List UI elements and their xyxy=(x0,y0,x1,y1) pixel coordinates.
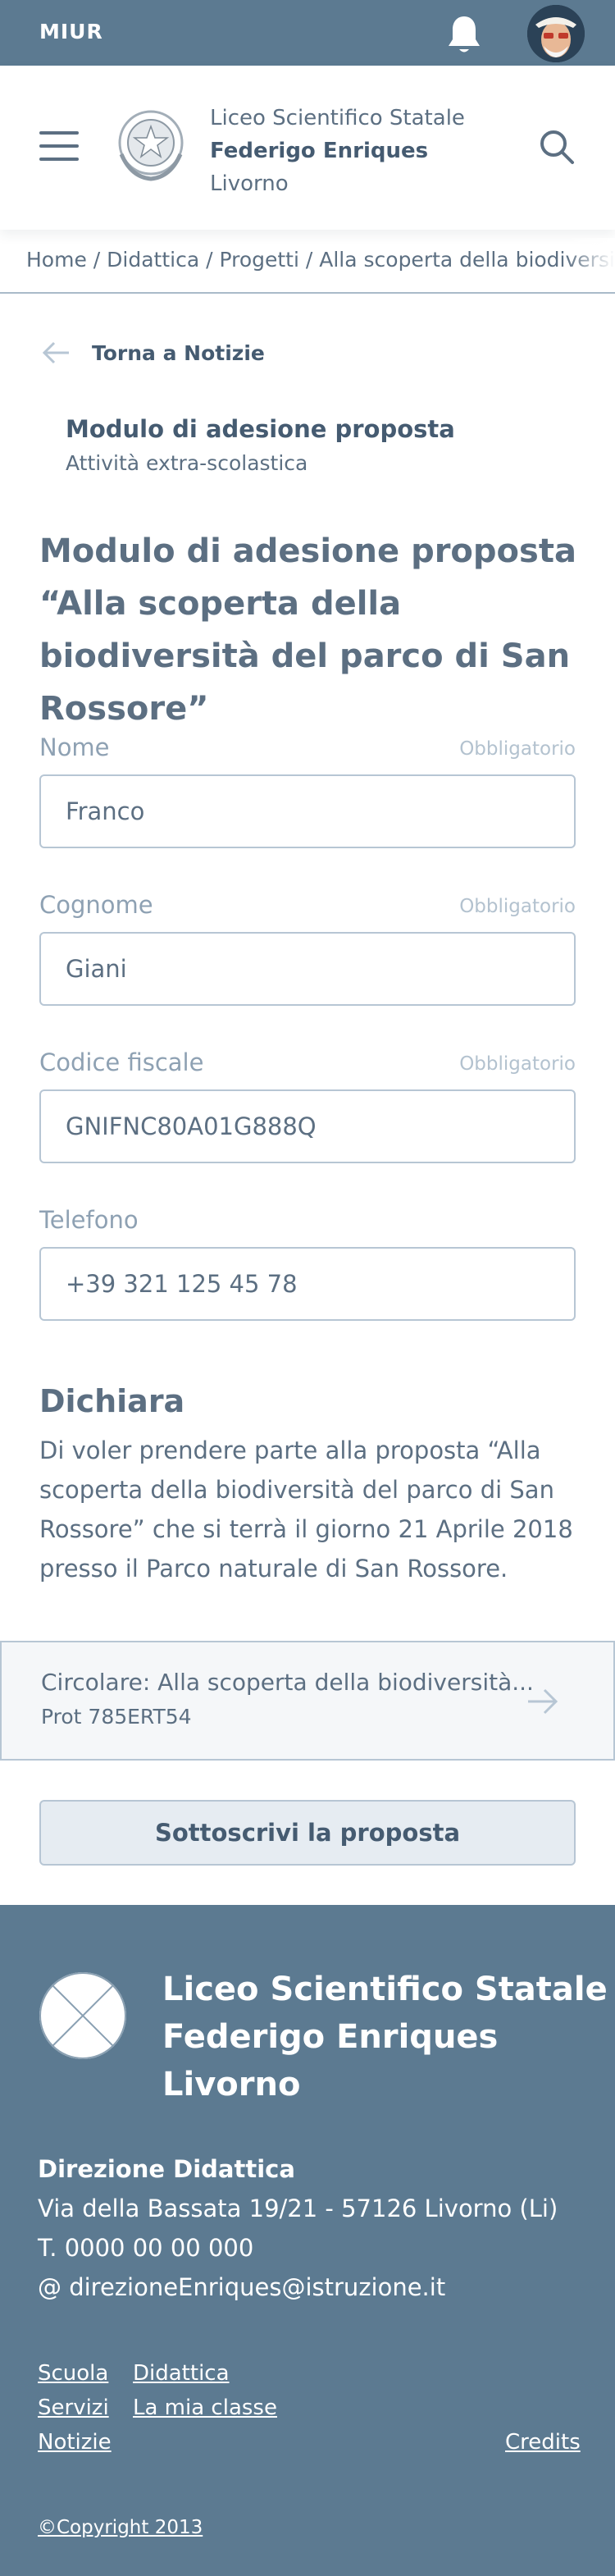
user-avatar[interactable] xyxy=(527,5,585,62)
school-name[interactable]: Liceo Scientifico Statale Federigo Enriq… xyxy=(210,102,465,200)
form-type: Modulo di adesione proposta Attività ext… xyxy=(66,415,455,475)
brand-label[interactable]: MIUR xyxy=(39,20,103,43)
breadcrumb: Home / Didattica / Progetti / Alla scope… xyxy=(0,238,615,294)
breadcrumb-fade xyxy=(566,238,615,292)
search-icon[interactable] xyxy=(538,128,576,166)
footer-phone: T. 0000 00 00 000 xyxy=(38,2234,254,2262)
nome-input[interactable]: Franco xyxy=(39,774,576,848)
page-title: Modulo di adesione proposta “Alla scoper… xyxy=(39,532,576,728)
footer-link-credits[interactable]: Credits xyxy=(505,2430,581,2455)
footer-email[interactable]: @ direzioneEnriques@istruzione.it xyxy=(38,2268,558,2307)
form-type-subtitle: Attività extra-scolastica xyxy=(66,451,308,475)
telefono-input[interactable]: +39 321 125 45 78 xyxy=(39,1247,576,1321)
circolare-title: Circolare: Alla scoperta della biodivers… xyxy=(41,1669,534,1696)
required-hint: Obbligatorio xyxy=(459,738,576,760)
declaration-text: Di voler prendere parte alla proposta “A… xyxy=(39,1436,573,1583)
footer-link-didattica[interactable]: Didattica xyxy=(133,2361,230,2386)
back-link[interactable]: Torna a Notizie xyxy=(39,333,265,372)
site-footer: Liceo Scientifico Statale Federigo Enriq… xyxy=(0,1905,615,2576)
footer-name-line1: Liceo Scientifico Statale xyxy=(162,1971,608,2008)
required-hint: Obbligatorio xyxy=(459,1053,576,1075)
logo-placeholder xyxy=(39,1972,126,2059)
footer-name-line3: Livorno xyxy=(162,2066,301,2103)
footer-link-notizie[interactable]: Notizie xyxy=(38,2430,112,2455)
site-header: Liceo Scientifico Statale Federigo Enriq… xyxy=(0,66,615,230)
hamburger-menu-icon[interactable] xyxy=(39,131,79,164)
field-telefono: Telefono +39 321 125 45 78 xyxy=(39,1206,576,1321)
footer-dept: Direzione Didattica xyxy=(38,2155,295,2183)
field-label: Telefono xyxy=(39,1206,139,1234)
required-hint: Obbligatorio xyxy=(459,896,576,917)
circolare-prot: Prot 785ERT54 xyxy=(41,1705,192,1729)
declaration: Dichiara Di voler prendere parte alla pr… xyxy=(39,1383,581,1588)
field-nome: Nome Obbligatorio Franco xyxy=(39,733,576,848)
footer-address: Via della Bassata 19/21 - 57126 Livorno … xyxy=(38,2195,558,2222)
breadcrumb-trail[interactable]: Home / Didattica / Progetti / Alla scope… xyxy=(26,248,615,272)
italian-republic-emblem xyxy=(118,110,184,181)
declaration-heading: Dichiara xyxy=(39,1383,185,1419)
footer-copyright[interactable]: ©Copyright 2013 xyxy=(38,2517,203,2538)
footer-link-la-mia-classe[interactable]: La mia classe xyxy=(133,2396,277,2420)
circolare-card[interactable]: Circolare: Alla scoperta della biodivers… xyxy=(0,1641,615,1761)
form-type-title: Modulo di adesione proposta xyxy=(66,415,455,443)
footer-contacts: Direzione Didattica Via della Bassata 19… xyxy=(38,2149,558,2307)
footer-school-name: Liceo Scientifico Statale Federigo Enriq… xyxy=(162,1966,608,2108)
arrow-right-icon xyxy=(528,1688,558,1715)
field-cognome: Cognome Obbligatorio Giani xyxy=(39,891,576,1006)
school-name-line3: Livorno xyxy=(210,171,289,196)
arrow-left-icon xyxy=(42,341,69,364)
footer-link-scuola[interactable]: Scuola xyxy=(38,2361,108,2386)
cognome-input[interactable]: Giani xyxy=(39,932,576,1006)
bell-icon[interactable] xyxy=(444,13,484,56)
footer-name-line2: Federigo Enriques xyxy=(162,2018,499,2056)
back-link-label: Torna a Notizie xyxy=(92,340,265,365)
submit-button[interactable]: Sottoscrivi la proposta xyxy=(39,1800,576,1866)
school-name-line1: Liceo Scientifico Statale xyxy=(210,106,465,130)
field-codice-fiscale: Codice fiscale Obbligatorio GNIFNC80A01G… xyxy=(39,1048,576,1163)
top-bar: MIUR xyxy=(0,0,615,66)
footer-link-servizi[interactable]: Servizi xyxy=(38,2396,109,2420)
school-name-line2: Federigo Enriques xyxy=(210,139,429,163)
codice-fiscale-input[interactable]: GNIFNC80A01G888Q xyxy=(39,1089,576,1163)
